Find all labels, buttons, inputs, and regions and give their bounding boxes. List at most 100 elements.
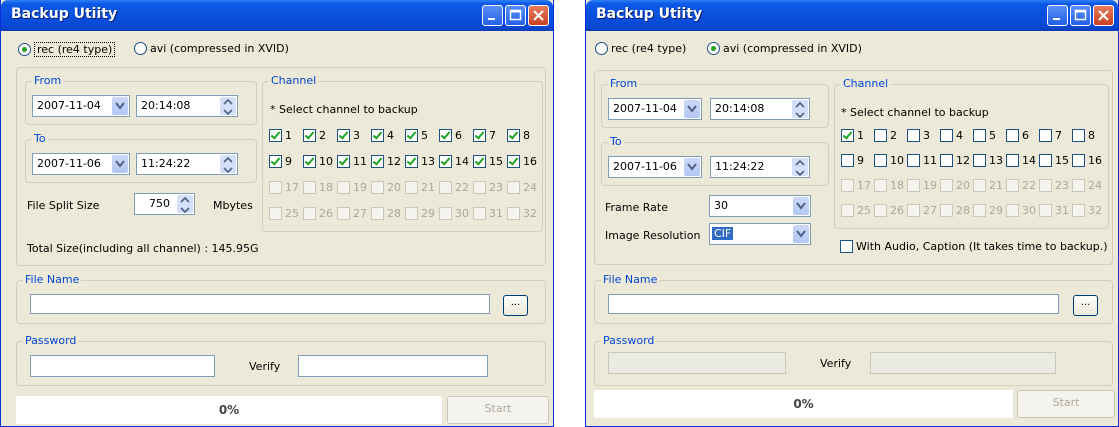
spinner-arrows-icon[interactable] [792, 158, 808, 177]
channel-checkbox-3[interactable]: 3 [907, 129, 930, 142]
channel-checkbox-2[interactable]: 2 [874, 129, 897, 142]
maximize-button[interactable] [505, 5, 526, 26]
checkbox-box[interactable] [269, 155, 282, 168]
channel-checkbox-6[interactable]: 6 [1006, 129, 1029, 142]
verify-input[interactable] [298, 355, 488, 377]
channel-checkbox-11[interactable]: 11 [907, 154, 937, 167]
radio-rec[interactable]: rec (re4 type) [18, 42, 116, 57]
checkbox-box[interactable] [439, 129, 452, 142]
checkbox-box[interactable] [405, 155, 418, 168]
spinner-arrows-icon[interactable] [220, 155, 236, 174]
radio-button[interactable] [134, 42, 147, 55]
checkbox-box[interactable] [507, 155, 520, 168]
checkbox-box[interactable] [907, 129, 920, 142]
checkbox-box[interactable] [874, 154, 887, 167]
close-button[interactable] [1093, 5, 1114, 26]
password-input[interactable] [608, 352, 786, 374]
checkbox-box[interactable] [973, 129, 986, 142]
channel-checkbox-1[interactable]: 1 [269, 129, 292, 142]
spinner-arrows-icon[interactable] [177, 195, 193, 214]
checkbox-box[interactable] [303, 155, 316, 168]
chevron-down-icon[interactable] [112, 97, 128, 115]
checkbox-box[interactable] [1072, 129, 1085, 142]
checkbox-box[interactable] [907, 154, 920, 167]
checkbox-box[interactable] [473, 155, 486, 168]
with-audio-checkbox[interactable]: With Audio, Caption (It takes time to ba… [840, 240, 1108, 253]
channel-checkbox-13[interactable]: 13 [405, 155, 435, 168]
chevron-down-icon[interactable] [112, 155, 128, 173]
chevron-down-icon[interactable] [793, 197, 809, 215]
checkbox-box[interactable] [269, 129, 282, 142]
radio-button[interactable] [18, 43, 31, 56]
to-time-spinner[interactable]: 11:24:22 [136, 153, 238, 175]
checkbox-box[interactable] [337, 129, 350, 142]
channel-checkbox-5[interactable]: 5 [405, 129, 428, 142]
radio-avi[interactable]: avi (compressed in XVID) [707, 42, 862, 55]
channel-checkbox-7[interactable]: 7 [473, 129, 496, 142]
minimize-button[interactable] [1047, 5, 1068, 26]
checkbox-box[interactable] [439, 155, 452, 168]
title-bar[interactable]: Backup Utiity [1, 0, 553, 31]
checkbox-box[interactable] [841, 154, 854, 167]
channel-checkbox-16[interactable]: 16 [507, 155, 537, 168]
to-date-picker[interactable]: 2007-11-06 [608, 156, 702, 178]
checkbox-box[interactable] [1039, 154, 1052, 167]
checkbox-box[interactable] [405, 129, 418, 142]
checkbox-box[interactable] [1039, 129, 1052, 142]
chevron-down-icon[interactable] [793, 225, 809, 243]
spinner-arrows-icon[interactable] [792, 100, 808, 119]
channel-checkbox-7[interactable]: 7 [1039, 129, 1062, 142]
checkbox-box[interactable] [371, 155, 384, 168]
channel-checkbox-14[interactable]: 14 [1006, 154, 1036, 167]
channel-checkbox-10[interactable]: 10 [303, 155, 333, 168]
from-date-picker[interactable]: 2007-11-04 [32, 95, 130, 117]
start-button[interactable]: Start [447, 396, 549, 424]
channel-checkbox-8[interactable]: 8 [507, 129, 530, 142]
channel-checkbox-13[interactable]: 13 [973, 154, 1003, 167]
channel-checkbox-2[interactable]: 2 [303, 129, 326, 142]
checkbox-box[interactable] [507, 129, 520, 142]
checkbox-box[interactable] [940, 129, 953, 142]
channel-checkbox-16[interactable]: 16 [1072, 154, 1102, 167]
channel-checkbox-10[interactable]: 10 [874, 154, 904, 167]
radio-rec[interactable]: rec (re4 type) [595, 42, 686, 55]
checkbox-box[interactable] [1006, 129, 1019, 142]
checkbox-box[interactable] [371, 129, 384, 142]
radio-avi[interactable]: avi (compressed in XVID) [134, 42, 289, 55]
radio-button[interactable] [595, 42, 608, 55]
to-time-spinner[interactable]: 11:24:22 [710, 156, 810, 178]
frame-rate-dropdown[interactable]: 30 [709, 195, 811, 217]
to-date-picker[interactable]: 2007-11-06 [32, 153, 130, 175]
channel-checkbox-9[interactable]: 9 [269, 155, 292, 168]
maximize-button[interactable] [1070, 5, 1091, 26]
channel-checkbox-14[interactable]: 14 [439, 155, 469, 168]
minimize-button[interactable] [482, 5, 503, 26]
checkbox-box[interactable] [473, 129, 486, 142]
channel-checkbox-1[interactable]: 1 [841, 129, 864, 142]
image-resolution-dropdown[interactable]: CIF [709, 223, 811, 245]
channel-checkbox-11[interactable]: 11 [337, 155, 367, 168]
password-input[interactable] [30, 355, 215, 377]
checkbox-box[interactable] [337, 155, 350, 168]
channel-checkbox-4[interactable]: 4 [940, 129, 963, 142]
radio-button[interactable] [707, 42, 720, 55]
browse-button[interactable]: ... [1073, 295, 1098, 316]
from-time-spinner[interactable]: 20:14:08 [136, 95, 238, 117]
channel-checkbox-8[interactable]: 8 [1072, 129, 1095, 142]
channel-checkbox-3[interactable]: 3 [337, 129, 360, 142]
from-date-picker[interactable]: 2007-11-04 [608, 98, 702, 120]
checkbox-box[interactable] [874, 129, 887, 142]
from-time-spinner[interactable]: 20:14:08 [710, 98, 810, 120]
title-bar[interactable]: Backup Utiity [586, 0, 1118, 31]
checkbox-box[interactable] [1072, 154, 1085, 167]
checkbox-box[interactable] [1006, 154, 1019, 167]
file-name-input[interactable] [608, 294, 1059, 314]
chevron-down-icon[interactable] [684, 158, 700, 176]
checkbox-box[interactable] [973, 154, 986, 167]
start-button[interactable]: Start [1017, 390, 1115, 418]
chevron-down-icon[interactable] [684, 100, 700, 118]
checkbox-box[interactable] [303, 129, 316, 142]
checkbox-box[interactable] [841, 129, 854, 142]
channel-checkbox-15[interactable]: 15 [473, 155, 503, 168]
channel-checkbox-12[interactable]: 12 [940, 154, 970, 167]
